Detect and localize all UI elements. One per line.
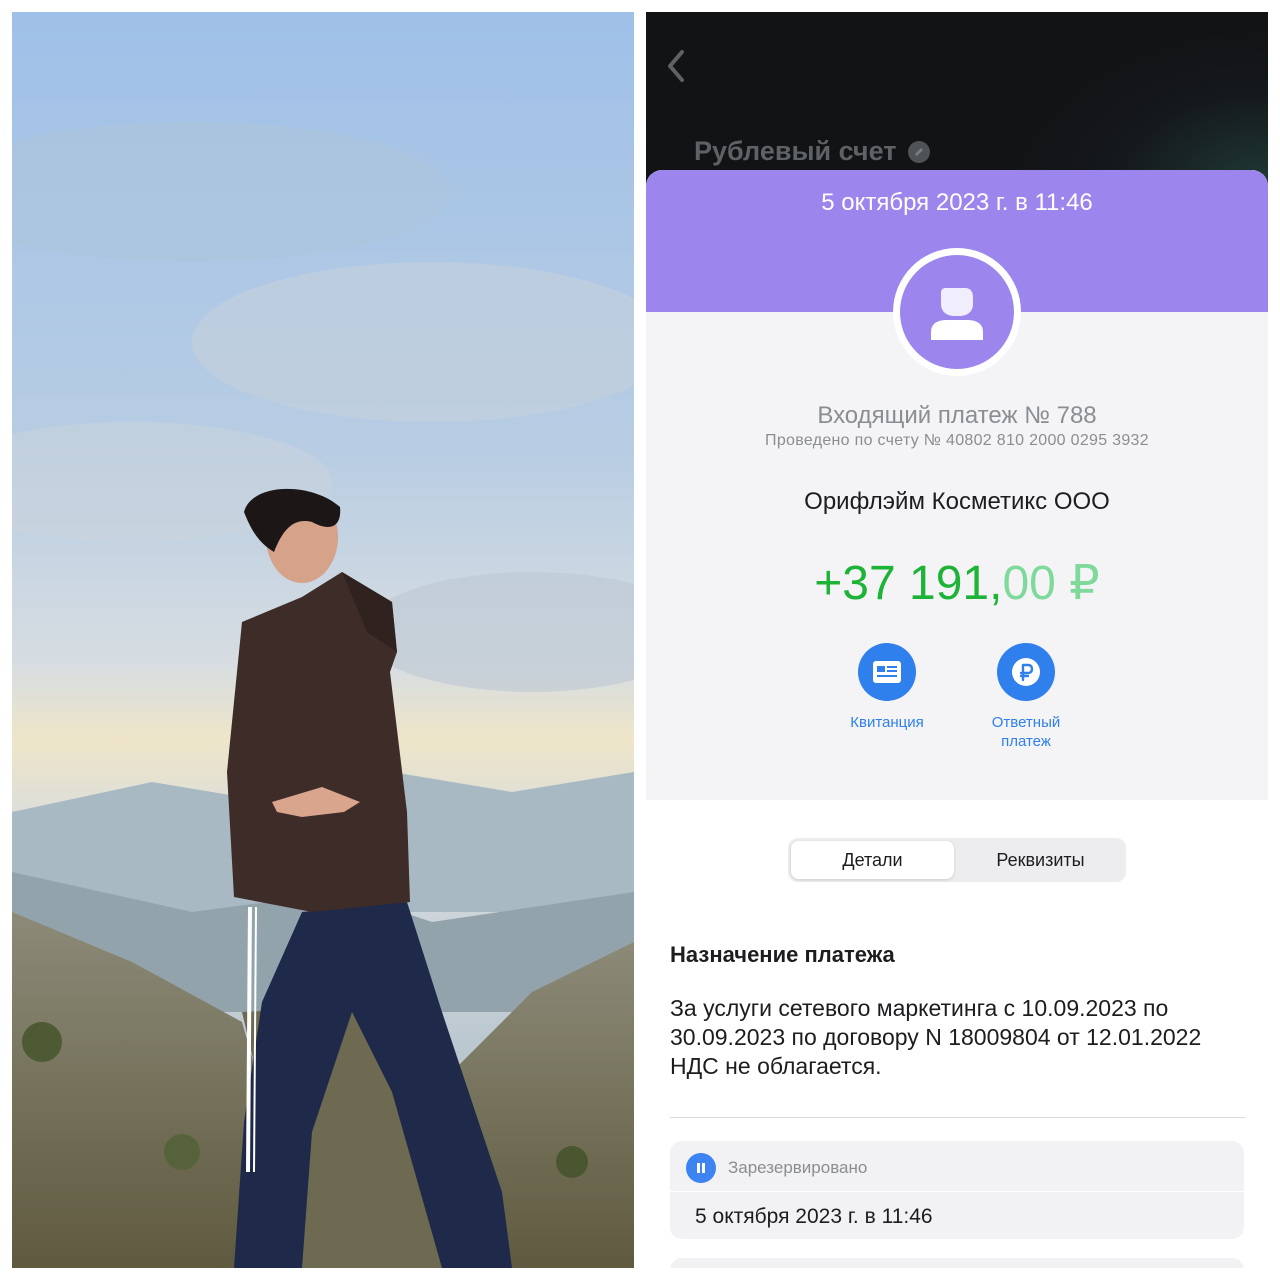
amount-cents: 00 ₽	[1002, 557, 1100, 610]
divider	[670, 1117, 1245, 1118]
reply-payment-label-line2: платеж	[1001, 733, 1051, 750]
receipt-label: Квитанция	[850, 714, 924, 731]
status-card: Зарезервировано 5 октября 2023 г. в 11:4…	[670, 1141, 1244, 1239]
bank-app-screen: Рублевый счет 5 октября 2023 г. в 11:46 …	[646, 12, 1268, 1268]
purpose-title: Назначение платежа	[670, 942, 895, 967]
payment-title: Входящий платеж № 788	[817, 402, 1097, 429]
reply-payment-button[interactable]: Ответный платеж	[946, 643, 1106, 751]
payment-datetime: 5 октября 2023 г. в 11:46	[821, 189, 1093, 216]
payment-card: 5 октября 2023 г. в 11:46 Входящий плате…	[646, 170, 1268, 800]
chevron-left-icon	[668, 50, 684, 82]
account-title-text: Рублевый счет	[694, 136, 897, 166]
status-label: Зарезервировано	[728, 1158, 868, 1177]
receipt-button[interactable]: Квитанция	[807, 643, 967, 732]
ruble-icon	[997, 643, 1055, 701]
status-header: Зарезервировано	[686, 1153, 867, 1183]
edit-pencil-icon[interactable]	[908, 140, 931, 163]
tab-requisites[interactable]: Реквизиты	[958, 841, 1123, 879]
back-button[interactable]	[662, 48, 690, 84]
status-divider	[670, 1191, 1244, 1192]
payment-account-line: Проведено по счету № 40802 810 2000 0295…	[765, 432, 1149, 449]
reply-payment-label-line1: Ответный	[991, 714, 1061, 731]
reply-payment-label: Ответный платеж	[946, 713, 1106, 751]
account-title: Рублевый счет	[694, 136, 931, 167]
payment-amount: +37 191,00 ₽	[646, 555, 1268, 611]
photo-woman-mountains	[12, 12, 634, 1268]
counterparty-name: Орифлэйм Косметикс ООО	[804, 488, 1110, 515]
details-segmented-control: Детали Реквизиты	[788, 838, 1126, 882]
tab-details[interactable]: Детали	[791, 841, 954, 879]
next-card-partial	[670, 1258, 1244, 1268]
status-date: 5 октября 2023 г. в 11:46	[695, 1205, 933, 1228]
purpose-text: За услуги сетевого маркетинга с 10.09.20…	[670, 995, 1202, 1079]
person-icon	[931, 288, 983, 340]
amount-main: +37 191,	[814, 557, 1003, 610]
receipt-icon	[858, 643, 916, 701]
top-bar: Рублевый счет	[646, 12, 1268, 187]
pause-icon	[686, 1153, 716, 1183]
avatar	[900, 255, 1014, 369]
